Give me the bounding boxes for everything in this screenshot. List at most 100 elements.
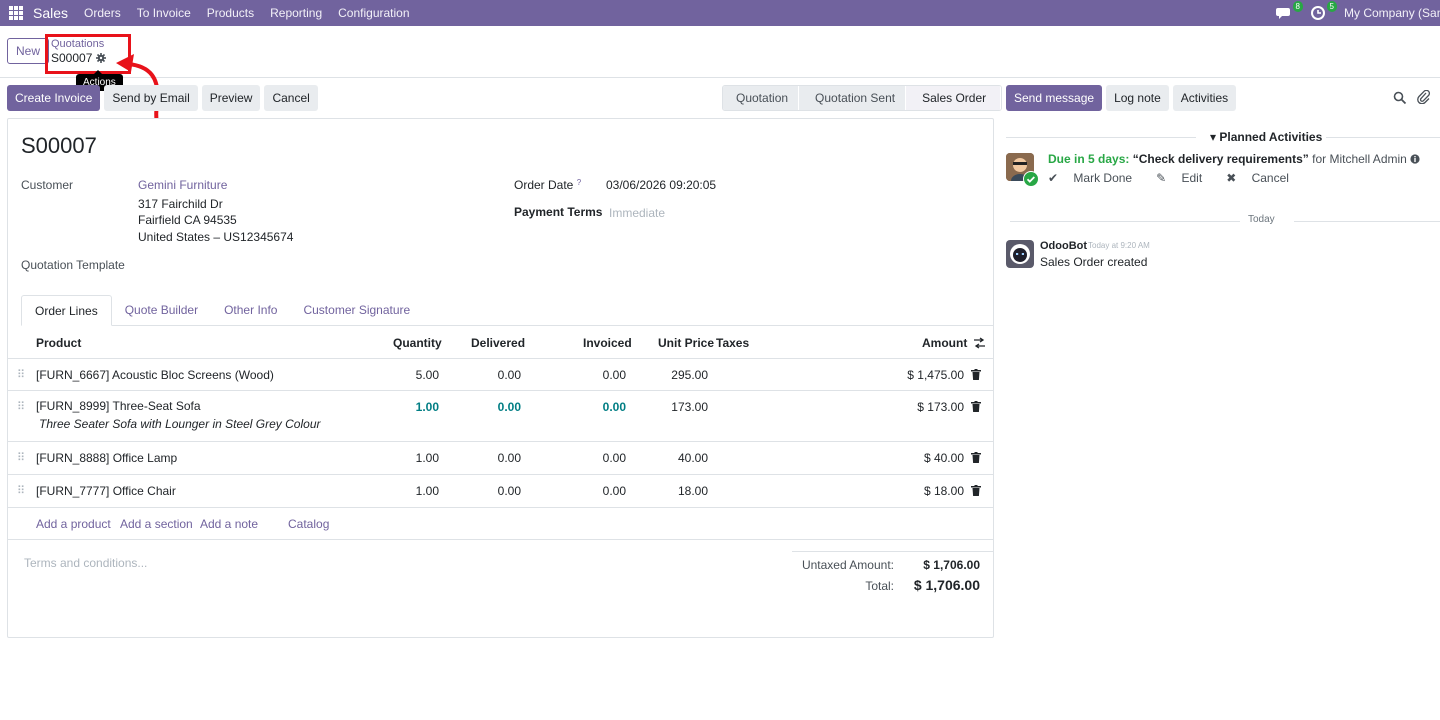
info-icon[interactable]	[1410, 154, 1420, 164]
stage-quotation-sent[interactable]: Quotation Sent	[799, 86, 907, 110]
tab-quote-builder[interactable]: Quote Builder	[112, 295, 211, 326]
menu-to-invoice[interactable]: To Invoice	[137, 6, 191, 20]
apps-grid-icon[interactable]	[9, 6, 23, 20]
drag-handle-icon[interactable]: ⠿	[17, 368, 25, 381]
messages-badge: 8	[1292, 1, 1303, 12]
row-quantity[interactable]: 1.00	[388, 400, 439, 414]
quotation-template-label: Quotation Template	[21, 258, 125, 272]
mark-done-link[interactable]: ✔ Mark Done	[1048, 171, 1144, 185]
menu-orders[interactable]: Orders	[84, 6, 121, 20]
col-invoiced[interactable]: Invoiced	[583, 336, 632, 350]
drag-handle-icon[interactable]: ⠿	[17, 451, 25, 464]
col-delivered[interactable]: Delivered	[471, 336, 525, 350]
terms-conditions-field[interactable]: Terms and conditions...	[24, 556, 147, 570]
edit-activity-link[interactable]: ✎ Edit	[1156, 171, 1214, 185]
date-separator: Today	[1010, 214, 1440, 228]
row-unit-price[interactable]: 40.00	[648, 451, 708, 465]
row-product[interactable]: [FURN_7777] Office Chair	[36, 484, 176, 498]
log-note-button[interactable]: Log note	[1106, 85, 1169, 111]
cancel-label: Cancel	[1251, 171, 1289, 185]
row-amount: $ 1,475.00	[907, 368, 964, 382]
close-icon: ✖	[1226, 171, 1237, 185]
row-invoiced: 0.00	[602, 484, 626, 498]
stage-quotation[interactable]: Quotation	[723, 86, 800, 110]
row-unit-price[interactable]: 18.00	[648, 484, 708, 498]
add-section-link[interactable]: Add a section	[120, 517, 193, 531]
optional-columns-icon[interactable]	[973, 337, 986, 349]
table-row[interactable]: ⠿ [FURN_6667] Acoustic Bloc Screens (Woo…	[8, 359, 993, 391]
trash-icon[interactable]	[971, 452, 981, 463]
order-date-help-icon[interactable]: ?	[577, 178, 581, 187]
table-row[interactable]: ⠿ [FURN_8888] Office Lamp 1.00 0.00 0.00…	[8, 442, 993, 475]
tab-order-lines[interactable]: Order Lines	[21, 295, 112, 326]
col-taxes[interactable]: Taxes	[716, 336, 749, 350]
table-row[interactable]: ⠿ [FURN_7777] Office Chair 1.00 0.00 0.0…	[8, 475, 993, 508]
row-delivered[interactable]: 0.00	[468, 368, 521, 382]
order-date-field[interactable]: 03/06/2026 09:20:05	[606, 178, 716, 192]
payment-terms-label: Payment Terms	[514, 205, 603, 219]
app-name[interactable]: Sales	[33, 5, 68, 21]
untaxed-amount-label: Untaxed Amount:	[801, 558, 894, 572]
send-by-email-button[interactable]: Send by Email	[104, 85, 198, 111]
col-product[interactable]: Product	[36, 336, 81, 350]
row-product[interactable]: [FURN_8999] Three-Seat Sofa	[36, 399, 201, 413]
col-quantity[interactable]: Quantity	[393, 336, 442, 350]
trash-icon[interactable]	[971, 401, 981, 412]
activities-clock-icon[interactable]: 5	[1310, 1, 1337, 22]
navbar-systray: 8 5 My Company (San F	[1276, 0, 1440, 26]
status-bar: Quotation Quotation Sent Sales Order	[722, 85, 1003, 111]
paperclip-icon[interactable]	[1417, 90, 1431, 104]
messages-icon[interactable]: 8	[1276, 1, 1303, 22]
col-unit-price[interactable]: Unit Price	[658, 336, 714, 350]
mark-done-label: Mark Done	[1073, 171, 1133, 185]
totals-divider	[792, 551, 994, 552]
row-description[interactable]: Three Seater Sofa with Lounger in Steel …	[39, 417, 320, 431]
row-delivered[interactable]: 0.00	[468, 400, 521, 414]
row-product[interactable]: [FURN_6667] Acoustic Bloc Screens (Wood)	[36, 368, 274, 382]
drag-handle-icon[interactable]: ⠿	[17, 400, 25, 413]
form-action-buttons: Create Invoice Send by Email Preview Can…	[7, 85, 322, 111]
planned-activities-title[interactable]: ▾ Planned Activities	[1210, 130, 1322, 144]
add-note-link[interactable]: Add a note	[200, 517, 258, 531]
row-quantity[interactable]: 1.00	[388, 484, 439, 498]
planned-activities-header[interactable]: ▾ Planned Activities	[1006, 129, 1440, 145]
message-author[interactable]: OdooBot	[1040, 240, 1087, 252]
add-product-link[interactable]: Add a product	[36, 517, 111, 531]
menu-products[interactable]: Products	[207, 6, 254, 20]
row-unit-price[interactable]: 295.00	[648, 368, 708, 382]
payment-terms-field[interactable]: Immediate	[609, 206, 665, 220]
catalog-link[interactable]: Catalog	[288, 517, 329, 531]
row-quantity[interactable]: 1.00	[388, 451, 439, 465]
create-invoice-button[interactable]: Create Invoice	[7, 85, 101, 111]
row-delivered[interactable]: 0.00	[468, 484, 521, 498]
cancel-activity-link[interactable]: ✖ Cancel	[1226, 171, 1301, 185]
row-quantity[interactable]: 5.00	[388, 368, 439, 382]
trash-icon[interactable]	[971, 369, 981, 380]
cancel-order-button[interactable]: Cancel	[264, 85, 318, 111]
preview-button[interactable]: Preview	[201, 85, 261, 111]
tab-other-info[interactable]: Other Info	[211, 295, 290, 326]
row-amount: $ 173.00	[917, 400, 964, 414]
activity-due: Due in 5 days:	[1048, 152, 1130, 166]
table-row[interactable]: ⠿ [FURN_8999] Three-Seat Sofa Three Seat…	[8, 391, 993, 442]
customer-label: Customer	[21, 178, 74, 192]
menu-configuration[interactable]: Configuration	[338, 6, 409, 20]
col-amount[interactable]: Amount	[922, 336, 967, 350]
new-button[interactable]: New	[7, 38, 50, 64]
tab-customer-signature[interactable]: Customer Signature	[290, 295, 423, 326]
trash-icon[interactable]	[971, 485, 981, 496]
row-delivered[interactable]: 0.00	[468, 451, 521, 465]
customer-name-link[interactable]: Gemini Furniture	[138, 178, 227, 192]
row-unit-price[interactable]: 173.00	[648, 400, 708, 414]
menu-reporting[interactable]: Reporting	[270, 6, 322, 20]
activities-button[interactable]: Activities	[1172, 85, 1237, 111]
avatar[interactable]	[1006, 240, 1034, 268]
drag-handle-icon[interactable]: ⠿	[17, 484, 25, 497]
stage-sales-order[interactable]: Sales Order	[906, 86, 1002, 110]
row-amount: $ 18.00	[923, 484, 964, 498]
search-icon[interactable]	[1393, 91, 1407, 105]
activity-actions: ✔ Mark Done ✎ Edit ✖ Cancel	[1048, 171, 1313, 185]
send-message-button[interactable]: Send message	[1006, 85, 1103, 111]
row-product[interactable]: [FURN_8888] Office Lamp	[36, 451, 177, 465]
company-switcher[interactable]: My Company (San F	[1344, 6, 1440, 20]
